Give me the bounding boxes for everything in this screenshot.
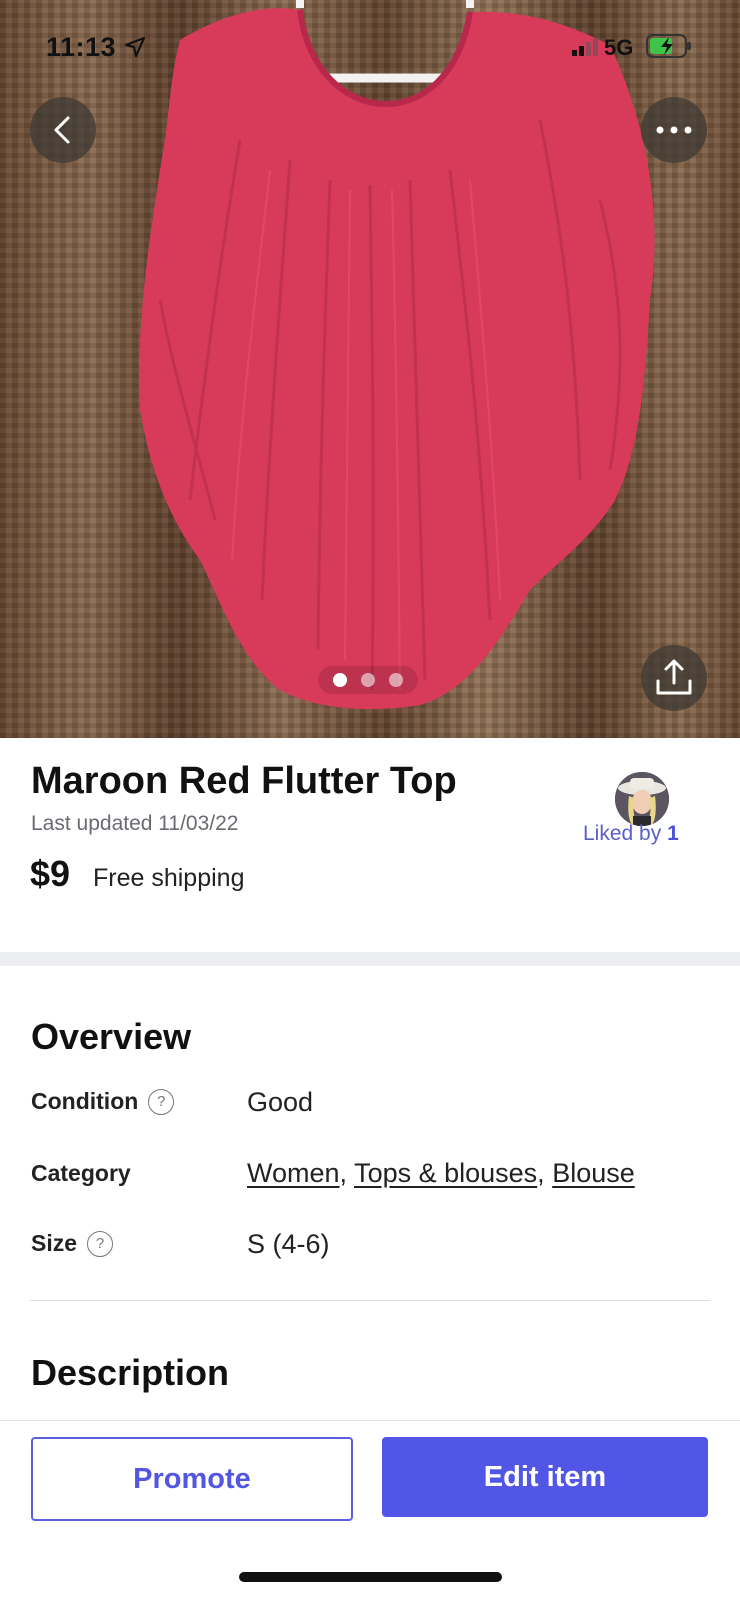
share-icon [656,659,692,695]
battery-charging-icon [646,34,691,58]
pagination-dot-1[interactable] [333,673,347,687]
category-label: Category [31,1160,131,1186]
avatar-image [615,772,669,826]
signal-icon [572,38,598,56]
condition-value: Good [247,1087,314,1117]
promote-button[interactable]: Promote [31,1437,353,1521]
condition-label: Condition [31,1088,139,1114]
more-options-button[interactable] [641,97,707,163]
size-label-row: Size ? [31,1230,114,1257]
size-value: S (4-6) [247,1229,330,1259]
liked-by[interactable]: Liked by 1 [583,822,679,846]
chevron-left-icon [54,116,70,144]
product-photo[interactable]: 11:13 5G [0,0,740,738]
overview-heading: Overview [31,1016,192,1057]
more-horizontal-icon [656,126,692,134]
size-label: Size [31,1230,78,1256]
category-link-women[interactable]: Women [247,1158,340,1188]
overview-divider [30,1300,710,1301]
liked-by-label: Liked by [583,822,662,845]
product-price: $9 [30,853,71,894]
condition-help-icon[interactable]: ? [148,1088,175,1115]
category-value: Women, Tops & blouses, Blouse [247,1158,635,1188]
pagination-dot-2[interactable] [361,673,375,687]
home-indicator[interactable] [239,1572,502,1582]
status-bar: 11:13 5G [0,0,740,90]
status-time: 11:13 [46,32,117,62]
shipping-info: Free shipping [93,864,245,892]
image-pagination [318,666,418,694]
section-divider [0,952,740,966]
category-link-blouse[interactable]: Blouse [552,1158,635,1188]
share-button[interactable] [641,645,707,711]
category-link-tops-blouses[interactable]: Tops & blouses [354,1158,537,1188]
garment-image [139,0,655,710]
category-label-row: Category [31,1160,131,1187]
description-heading: Description [31,1352,230,1393]
liker-avatar[interactable] [615,772,669,826]
edit-item-button[interactable]: Edit item [382,1437,708,1517]
last-updated: Last updated 11/03/22 [31,812,239,835]
back-button[interactable] [30,97,96,163]
condition-label-row: Condition ? [31,1088,175,1115]
pagination-dot-3[interactable] [389,673,403,687]
network-label: 5G [604,35,634,60]
liked-count: 1 [667,822,679,845]
product-title: Maroon Red Flutter Top [31,760,457,802]
location-arrow-icon [124,36,146,58]
size-help-icon[interactable]: ? [87,1230,114,1257]
